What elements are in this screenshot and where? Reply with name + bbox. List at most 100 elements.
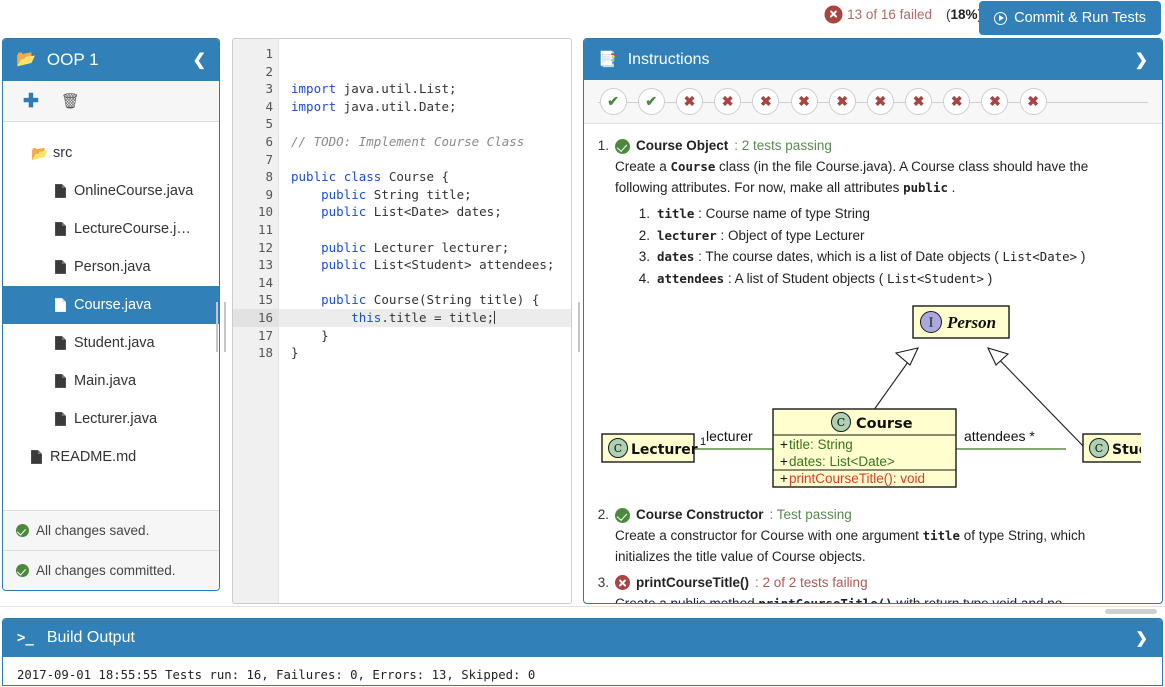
file-icon [31,450,42,464]
commit-and-run-tests-button[interactable]: Commit & Run Tests [979,1,1161,35]
attribute-list: 1.title : Course name of type String2.le… [637,204,1146,290]
test-dot-fail[interactable]: ✖ [714,88,741,115]
svg-text:C: C [837,416,845,429]
svg-text:dates: List<Date>: dates: List<Date> [789,454,895,469]
code-line[interactable]: public class Course { [279,168,571,186]
test-dot-fail[interactable]: ✖ [829,88,856,115]
code-line[interactable]: import java.util.List; [279,80,571,98]
line-number: 9 [233,186,278,204]
task-title: Course Constructor [636,505,764,525]
code-line[interactable] [279,115,571,133]
code-line[interactable] [279,274,571,292]
ide-app: 13 of 16 failed (18%) Commit & Run Tests… [0,0,1165,687]
code-line[interactable] [279,151,571,169]
status-committed-label: All changes committed. [36,563,176,578]
tree-item-lecturer-java[interactable]: Lecturer.java [3,400,219,438]
task-status: : Test passing [770,505,852,525]
task-number: 3. [596,573,615,603]
test-dot-fail[interactable]: ✖ [981,88,1008,115]
test-dot-fail[interactable]: ✖ [752,88,779,115]
svg-text:+: + [780,437,788,452]
code-line[interactable]: import java.util.Date; [279,98,571,116]
code-line[interactable]: } [279,327,571,345]
tree-item-student-java[interactable]: Student.java [3,324,219,362]
build-output-collapse-button[interactable]: ❯ [1135,629,1148,647]
status-changes-committed: All changes committed. [3,550,219,590]
tree-item-lecturecourse-j[interactable]: LectureCourse.j… [3,210,219,248]
attribute-number: 1. [637,204,657,224]
tree-item-src[interactable]: 📂src [3,134,219,172]
attribute-description: attendees : A list of Student objects ( … [657,269,992,289]
test-summary-text: 13 of 16 failed [847,7,932,22]
test-dot-fail[interactable]: ✖ [791,88,818,115]
code-line[interactable]: // TODO: Implement Course Class [279,133,571,151]
code-line[interactable]: } [279,344,571,362]
attribute-item: 4.attendees : A list of Student objects … [637,269,1146,289]
code-line[interactable] [279,45,571,63]
task-title: printCourseTitle() [636,573,749,593]
tree-item-readme-md[interactable]: README.md [3,438,219,476]
task-item: 2. Course Constructor: Test passing Crea… [596,505,1146,567]
plus-icon[interactable]: ✚ [23,92,39,111]
sidebar-resize-handle[interactable] [212,300,230,354]
line-number: 6 [233,133,278,151]
task-number: 1. [596,136,615,291]
folder-open-icon: 📂 [31,146,53,160]
build-output-title: Build Output [47,629,1136,647]
task-description: Create a public method printCourseTitle(… [615,594,1135,603]
svg-text:Lecturer: Lecturer [631,442,698,458]
test-dot-fail[interactable]: ✖ [676,88,703,115]
build-output-log: 2017-09-01 18:55:55 Tests run: 16, Failu… [3,657,1162,682]
tree-item-main-java[interactable]: Main.java [3,362,219,400]
editor-scrollbar[interactable] [562,39,571,603]
trash-icon[interactable]: 🗑 [61,94,80,109]
file-icon [55,260,66,274]
task-title: Course Object [636,136,728,156]
list-document-icon: 📑 [598,52,617,67]
test-dot-fail[interactable]: ✖ [1020,88,1047,115]
sidebar-collapse-button[interactable]: ❮ [193,50,206,70]
tree-item-label: LectureCourse.j… [74,221,191,237]
tree-item-onlinecourse-java[interactable]: OnlineCourse.java [3,172,219,210]
code-line[interactable]: public Lecturer lecturer; [279,239,571,257]
editor-code-area[interactable]: import java.util.List;import java.util.D… [279,39,571,603]
attribute-number: 4. [637,269,657,289]
line-number: 14 [233,274,278,292]
svg-text:C: C [614,442,622,455]
instructions-header: 📑 Instructions ❯ [584,39,1162,80]
page-scrollbar[interactable] [1105,609,1157,614]
tree-item-course-java[interactable]: Course.java [3,286,219,324]
build-output-header: >_ Build Output ❯ [3,619,1162,657]
code-line[interactable]: public List<Student> attendees; [279,256,571,274]
test-dot-pass[interactable]: ✔ [600,88,627,115]
instructions-expand-button[interactable]: ❯ [1135,50,1148,70]
check-circle-icon [615,139,630,154]
svg-text:C: C [1095,442,1103,455]
tree-item-person-java[interactable]: Person.java [3,248,219,286]
test-dot-fail[interactable]: ✖ [943,88,970,115]
fail-circle-icon [826,7,841,22]
test-dot-fail[interactable]: ✖ [867,88,894,115]
attribute-number: 2. [637,226,657,246]
tree-item-label: Lecturer.java [74,411,157,427]
code-editor[interactable]: 12345678▼9101112131415▼161718 import jav… [232,38,572,604]
file-icon [55,222,66,236]
panel-divider [0,606,1165,607]
code-line[interactable]: public String title; [279,186,571,204]
test-dot-fail[interactable]: ✖ [905,88,932,115]
test-dot-pass[interactable]: ✔ [638,88,665,115]
code-line[interactable]: this.title = title; [279,309,571,327]
task-status: : 2 of 2 tests failing [755,573,868,593]
line-number: 1 [233,45,278,63]
line-number: 17 [233,327,278,345]
tree-item-label: Student.java [74,335,155,351]
fail-circle-icon [615,575,630,590]
attribute-description: lecturer : Object of type Lecturer [657,226,865,246]
code-line[interactable]: public Course(String title) { [279,291,571,309]
line-number: 2 [233,63,278,81]
line-number: 3 [233,80,278,98]
code-line[interactable]: public List<Date> dates; [279,203,571,221]
top-status-bar: 13 of 16 failed (18%) Commit & Run Tests [0,0,1165,36]
code-line[interactable] [279,63,571,81]
code-line[interactable] [279,221,571,239]
